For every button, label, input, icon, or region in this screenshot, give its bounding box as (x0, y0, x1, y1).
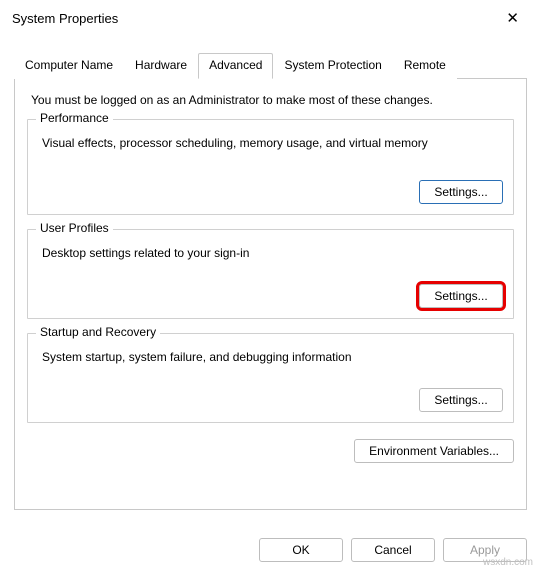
desc-performance: Visual effects, processor scheduling, me… (42, 136, 503, 150)
window-title: System Properties (12, 11, 118, 26)
group-user-profiles: User Profiles Desktop settings related t… (27, 229, 514, 319)
dialog-footer: OK Cancel Apply (259, 538, 527, 562)
legend-performance: Performance (36, 111, 113, 125)
cancel-button[interactable]: Cancel (351, 538, 435, 562)
env-row: Environment Variables... (27, 439, 514, 463)
intro-text: You must be logged on as an Administrato… (31, 93, 514, 107)
group-startup-recovery: Startup and Recovery System startup, sys… (27, 333, 514, 423)
desc-startup-recovery: System startup, system failure, and debu… (42, 350, 503, 364)
close-icon[interactable]: ✕ (498, 5, 527, 31)
group-performance: Performance Visual effects, processor sc… (27, 119, 514, 215)
settings-button-performance[interactable]: Settings... (419, 180, 503, 204)
legend-user-profiles: User Profiles (36, 221, 113, 235)
btnrow-performance: Settings... (38, 180, 503, 204)
tab-system-protection[interactable]: System Protection (273, 53, 392, 79)
settings-button-startup-recovery[interactable]: Settings... (419, 388, 503, 412)
tabpanel-advanced: You must be logged on as an Administrato… (14, 78, 527, 510)
desc-user-profiles: Desktop settings related to your sign-in (42, 246, 503, 260)
apply-button[interactable]: Apply (443, 538, 527, 562)
btnrow-user-profiles: Settings... (38, 284, 503, 308)
tabs: Computer Name Hardware Advanced System P… (14, 52, 541, 78)
tab-remote[interactable]: Remote (393, 53, 457, 79)
ok-button[interactable]: OK (259, 538, 343, 562)
environment-variables-button[interactable]: Environment Variables... (354, 439, 514, 463)
btnrow-startup-recovery: Settings... (38, 388, 503, 412)
titlebar: System Properties ✕ (0, 0, 541, 36)
settings-button-user-profiles[interactable]: Settings... (419, 284, 503, 308)
tab-hardware[interactable]: Hardware (124, 53, 198, 79)
tab-computer-name[interactable]: Computer Name (14, 53, 124, 79)
tab-advanced[interactable]: Advanced (198, 53, 273, 79)
legend-startup-recovery: Startup and Recovery (36, 325, 160, 339)
